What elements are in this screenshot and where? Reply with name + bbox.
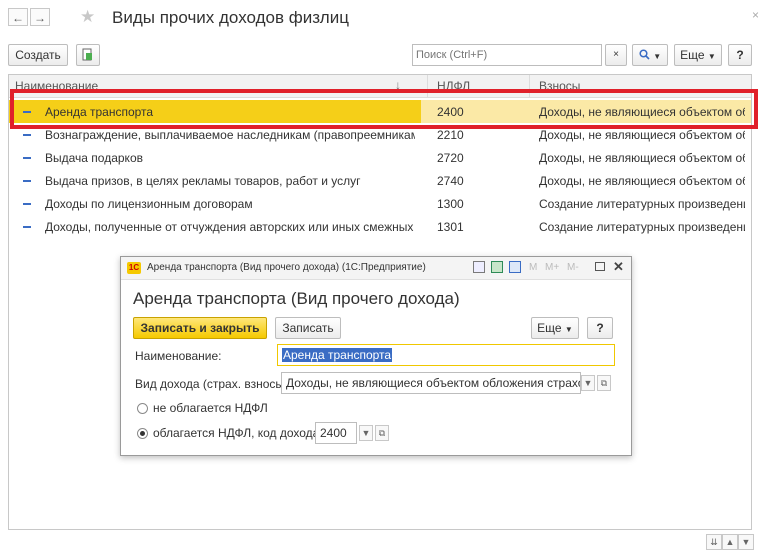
- scroll-down-button[interactable]: ▼: [738, 534, 754, 550]
- create-button[interactable]: Создать: [8, 44, 68, 66]
- dialog-titlebar: 1С Аренда транспорта (Вид прочего дохода…: [121, 257, 631, 280]
- arrow-left-icon: ←: [12, 11, 24, 25]
- table-row[interactable]: Доходы по лицензионным договорам 1300 Со…: [9, 192, 751, 215]
- memory-minus-button[interactable]: M-: [567, 262, 579, 273]
- double-down-icon: ⇊: [710, 537, 718, 547]
- income-type-field[interactable]: Доходы, не являющиеся объектом обложения…: [281, 372, 581, 394]
- dialog-header: Аренда транспорта (Вид прочего дохода): [133, 289, 460, 308]
- name-value: Аренда транспорта: [282, 348, 393, 362]
- scroll-up-button[interactable]: ▲: [722, 534, 738, 550]
- arrow-right-icon: →: [34, 11, 46, 25]
- item-marker-icon: [23, 226, 31, 228]
- name-label: Наименование:: [135, 349, 222, 363]
- radio-not-taxed[interactable]: [137, 403, 148, 414]
- dialog-more-button[interactable]: Еще ▼: [531, 317, 579, 339]
- more-label: Еще: [680, 48, 705, 62]
- star-icon[interactable]: ★: [80, 7, 95, 27]
- clear-search-button[interactable]: ×: [605, 44, 627, 66]
- table-row[interactable]: Выдача призов, в целях рекламы товаров, …: [9, 169, 751, 192]
- radio-taxed[interactable]: [137, 428, 148, 439]
- row-name: Доходы по лицензионным договорам: [45, 197, 253, 211]
- row-ndfl: 2740: [437, 174, 464, 188]
- row-ndfl: 2720: [437, 151, 464, 165]
- row-ndfl: 1301: [437, 220, 464, 234]
- chevron-down-icon: ▼: [653, 52, 662, 61]
- chevron-down-icon: ▼: [564, 325, 573, 334]
- income-type-dialog: 1С Аренда транспорта (Вид прочего дохода…: [120, 256, 632, 456]
- memory-m-button[interactable]: M: [529, 262, 537, 273]
- save-button[interactable]: Записать: [275, 317, 341, 339]
- x-icon: ×: [613, 49, 619, 60]
- app-logo-icon: 1С: [127, 262, 141, 274]
- row-name: Выдача призов, в целях рекламы товаров, …: [45, 174, 361, 188]
- row-vznosy: Доходы, не являющиеся объектом обл...: [539, 128, 745, 142]
- income-code-field[interactable]: 2400: [315, 422, 357, 444]
- open-form-icon: ⧉: [600, 378, 608, 388]
- scroll-to-end-button[interactable]: ⇊: [706, 534, 722, 550]
- row-name: Доходы, полученные от отчуждения авторск…: [45, 220, 415, 234]
- row-vznosy: Доходы, не являющиеся объектом обл...: [539, 174, 745, 188]
- row-vznosy: Создание литературных произведений,...: [539, 220, 745, 234]
- save-and-close-button[interactable]: Записать и закрыть: [133, 317, 267, 339]
- item-marker-icon: [23, 203, 31, 205]
- highlight-box: [10, 89, 758, 129]
- row-vznosy: Доходы, не являющиеся объектом обл...: [539, 151, 745, 165]
- row-ndfl: 1300: [437, 197, 464, 211]
- print-icon[interactable]: [473, 261, 485, 273]
- item-marker-icon: [23, 180, 31, 182]
- row-ndfl: 2210: [437, 128, 464, 142]
- back-button[interactable]: ←: [8, 8, 28, 26]
- memory-plus-button[interactable]: M+: [545, 262, 559, 273]
- calendar-icon[interactable]: [509, 261, 521, 273]
- search-icon: [639, 49, 650, 60]
- copy-button[interactable]: [76, 44, 100, 66]
- table-row[interactable]: Доходы, полученные от отчуждения авторск…: [9, 215, 751, 238]
- copy-doc-icon: [82, 48, 92, 61]
- dialog-help-button[interactable]: ?: [587, 317, 613, 339]
- radio-not-taxed-label: не облагается НДФЛ: [153, 401, 268, 415]
- row-vznosy: Создание литературных произведений,...: [539, 197, 745, 211]
- radio-taxed-label: облагается НДФЛ, код дохода:: [153, 426, 323, 440]
- help-button[interactable]: ?: [728, 44, 752, 66]
- income-type-label: Вид дохода (страх. взносы):: [135, 377, 292, 391]
- forward-button[interactable]: →: [30, 8, 50, 26]
- search-button[interactable]: ▼: [632, 44, 668, 66]
- income-type-dropdown-button[interactable]: ▼: [581, 375, 595, 391]
- open-form-icon: ⧉: [378, 428, 386, 438]
- more-button[interactable]: Еще ▼: [674, 44, 722, 66]
- close-icon[interactable]: ×: [752, 8, 759, 22]
- chevron-down-icon: ▼: [707, 52, 716, 61]
- item-marker-icon: [23, 134, 31, 136]
- income-code-open-button[interactable]: ⧉: [375, 425, 389, 441]
- dialog-window-title: Аренда транспорта (Вид прочего дохода) (…: [147, 262, 426, 273]
- row-name: Выдача подарков: [45, 151, 143, 165]
- chevron-down-icon: ▼: [583, 378, 593, 388]
- income-code-dropdown-button[interactable]: ▼: [359, 425, 373, 441]
- chevron-down-icon: ▼: [361, 428, 371, 438]
- name-field[interactable]: Аренда транспорта: [277, 344, 615, 366]
- more-label: Еще: [537, 321, 562, 335]
- table-icon[interactable]: [491, 261, 503, 273]
- item-marker-icon: [23, 157, 31, 159]
- close-icon[interactable]: ✕: [613, 259, 624, 275]
- row-name: Вознаграждение, выплачиваемое наследника…: [45, 128, 415, 142]
- chevron-up-icon: ▲: [725, 537, 735, 547]
- search-input[interactable]: [412, 44, 602, 66]
- table-row[interactable]: Выдача подарков 2720 Доходы, не являющие…: [9, 146, 751, 169]
- income-type-open-button[interactable]: ⧉: [597, 375, 611, 391]
- maximize-icon[interactable]: [595, 262, 605, 271]
- chevron-down-icon: ▼: [741, 537, 751, 547]
- page-title: Виды прочих доходов физлиц: [112, 8, 349, 27]
